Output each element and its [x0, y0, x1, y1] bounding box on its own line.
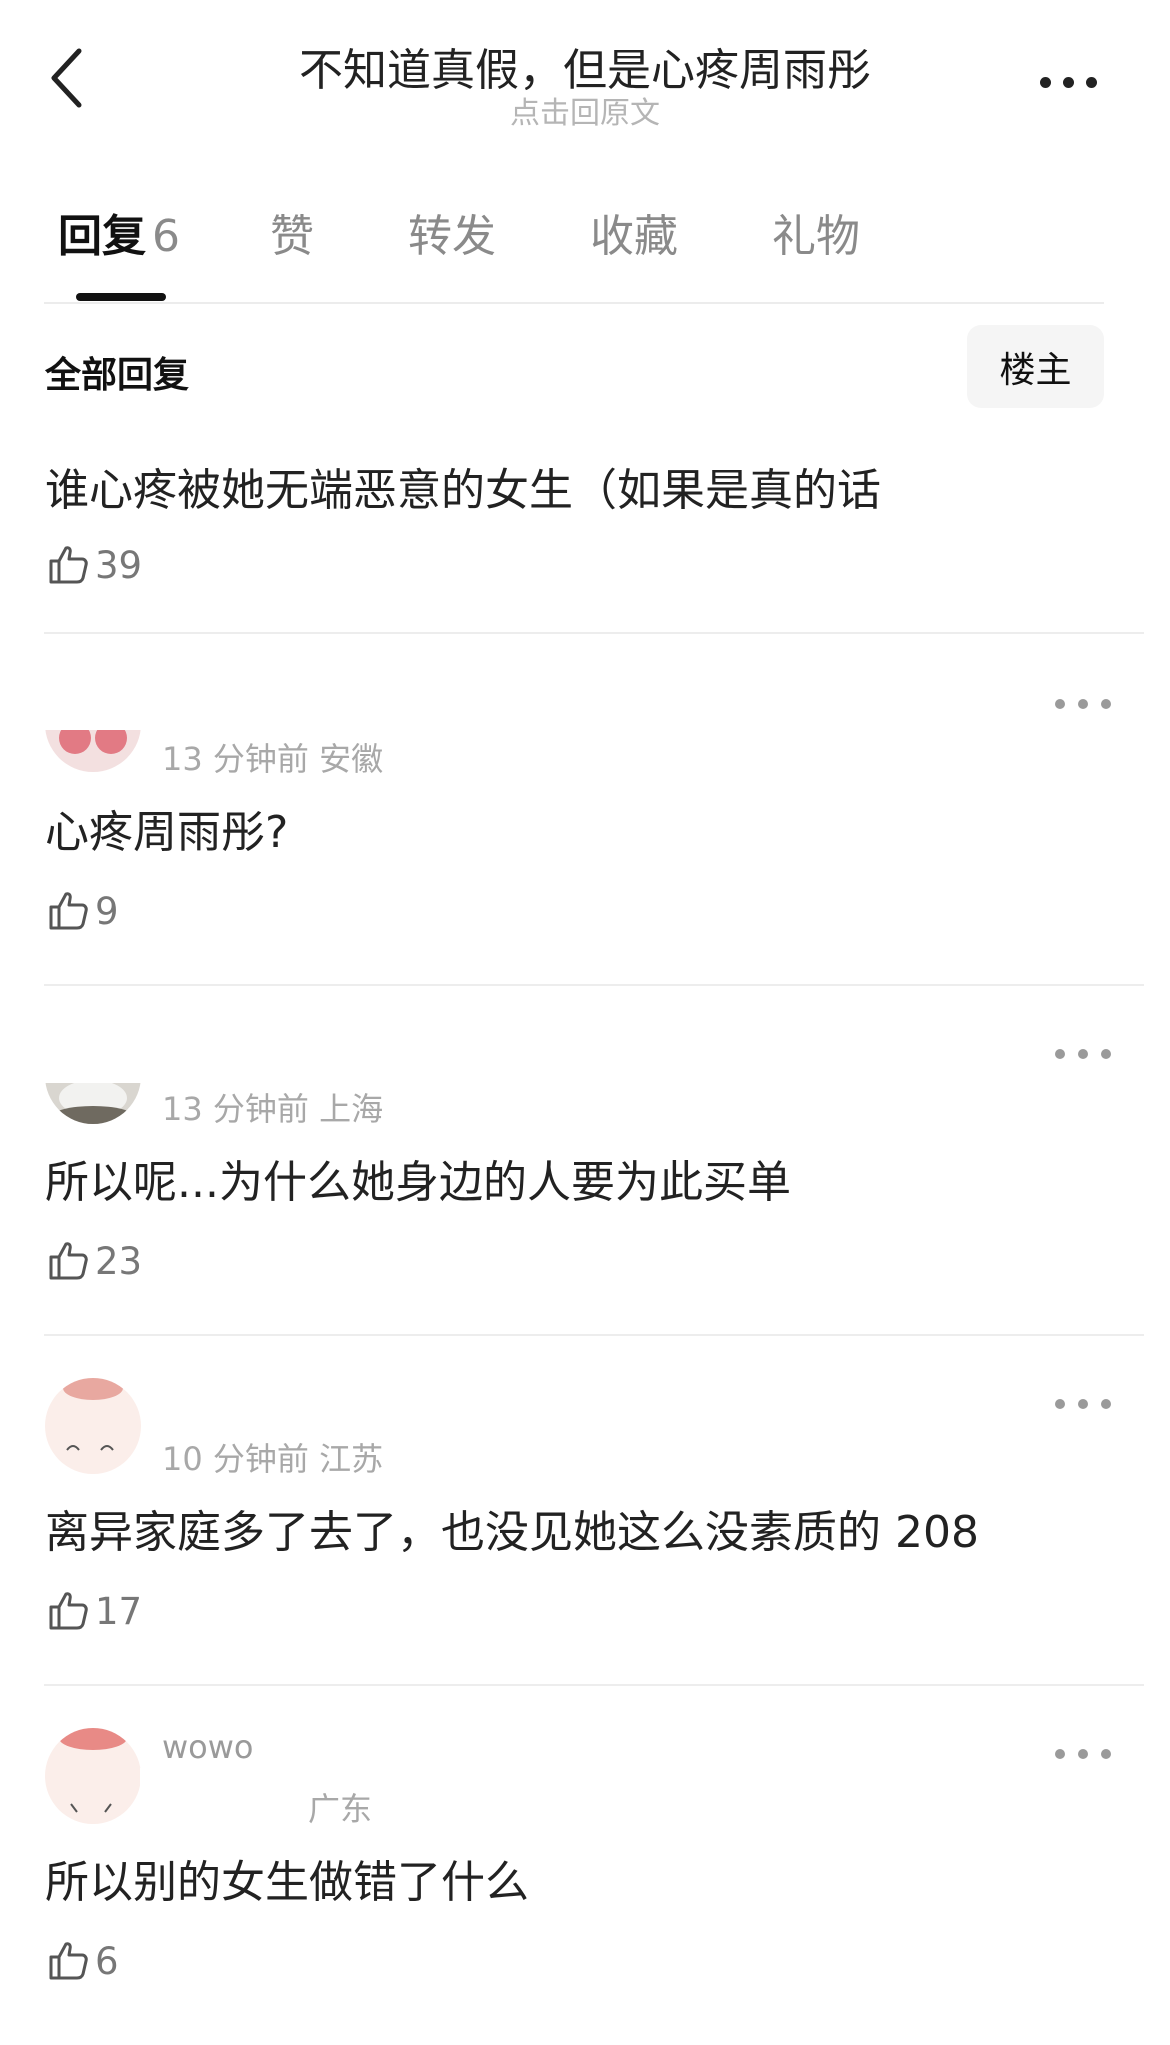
- divider: [44, 1684, 1144, 1686]
- ellipsis-icon: [1039, 76, 1051, 88]
- reply-more-button[interactable]: [1055, 1392, 1111, 1416]
- back-to-original-link[interactable]: 点击回原文: [0, 88, 1170, 132]
- reply-username[interactable]: wowo: [162, 1728, 254, 1766]
- username-mask: [40, 640, 420, 730]
- thumbs-up-icon: [49, 1942, 88, 1980]
- tabs-divider: [44, 302, 1104, 304]
- reply-meta: 10 分钟前 江苏: [162, 1440, 384, 1478]
- reply-meta: 13 分钟前 安徽: [162, 740, 384, 778]
- tab-replies[interactable]: 回复 6: [58, 200, 180, 280]
- reply-more-button[interactable]: [1055, 1742, 1111, 1766]
- ellipsis-icon: [1055, 1749, 1065, 1759]
- avatar-image: [63, 1378, 123, 1451]
- thumbs-up-icon: [49, 1592, 88, 1630]
- main-comment-text: 谁心疼被她无端恶意的女生（如果是真的话: [45, 465, 881, 516]
- divider: [44, 1334, 1144, 1336]
- reply-meta: 13 分钟前 上海: [162, 1090, 384, 1128]
- ellipsis-icon-dot: [1101, 699, 1111, 709]
- tab-bar: 回复 6 赞 转发 收藏 礼物: [0, 200, 1170, 305]
- ellipsis-icon-dot: [1078, 1049, 1088, 1059]
- all-replies-label: 全部回复: [45, 355, 190, 396]
- ellipsis-icon-dot: [1078, 699, 1088, 709]
- ellipsis-icon-dot: [1078, 1399, 1088, 1409]
- reply-text: 所以别的女生做错了什么: [45, 1857, 529, 1908]
- reply-like-button[interactable]: 17: [45, 1587, 142, 1635]
- avatar[interactable]: [45, 1378, 141, 1474]
- reply-like-button[interactable]: 23: [45, 1237, 142, 1285]
- username-mask: [160, 1376, 420, 1431]
- username-mask: [40, 1340, 420, 1376]
- reply-meta: 广东: [308, 1790, 373, 1828]
- tab-likes[interactable]: 赞: [270, 200, 314, 280]
- ellipsis-icon: [1055, 1049, 1065, 1059]
- reply-text: 心疼周雨彤?: [45, 807, 289, 858]
- like-count: 9: [95, 889, 119, 933]
- owner-only-button[interactable]: 楼主: [967, 325, 1104, 408]
- more-options-button[interactable]: [1018, 62, 1118, 102]
- thumbs-up-icon: [49, 892, 88, 930]
- tab-reposts[interactable]: 转发: [408, 200, 496, 280]
- reply-like-button[interactable]: 9: [45, 887, 119, 935]
- like-count: 23: [95, 1239, 143, 1283]
- ellipsis-icon-dot: [1101, 1049, 1111, 1059]
- reply-more-button[interactable]: [1055, 1042, 1111, 1066]
- top-bar: 不知道真假，但是心疼周雨彤 点击回原文: [0, 0, 1170, 150]
- ellipsis-icon: [1055, 1399, 1065, 1409]
- like-count: 17: [95, 1589, 143, 1633]
- main-comment-like-button[interactable]: 39: [45, 541, 142, 589]
- ellipsis-icon-dot: [1062, 76, 1074, 88]
- avatar-image: [59, 1728, 127, 1813]
- tab-favorites[interactable]: 收藏: [590, 200, 678, 280]
- tab-replies-label: 回复: [58, 211, 146, 262]
- ellipsis-icon: [1055, 699, 1065, 709]
- active-tab-indicator: [76, 293, 166, 301]
- ellipsis-icon-dot: [1101, 1399, 1111, 1409]
- ellipsis-icon-dot: [1101, 1749, 1111, 1759]
- divider: [44, 632, 1144, 634]
- ellipsis-icon-dot: [1078, 1749, 1088, 1759]
- tab-gifts[interactable]: 礼物: [772, 200, 860, 280]
- thumbs-up-icon: [49, 546, 88, 584]
- reply-text: 所以呢...为什么她身边的人要为此买单: [45, 1157, 791, 1208]
- reply-like-button[interactable]: 6: [45, 1937, 119, 1985]
- ellipsis-icon-dot: [1085, 76, 1097, 88]
- like-count: 6: [95, 1939, 119, 1983]
- avatar[interactable]: [45, 1728, 141, 1824]
- username-mask: [40, 990, 420, 1083]
- like-count: 39: [95, 543, 143, 587]
- reply-more-button[interactable]: [1055, 692, 1111, 716]
- reply-text: 离异家庭多了去了，也没见她这么没素质的 208: [45, 1507, 979, 1558]
- tab-replies-count: 6: [152, 211, 180, 262]
- divider: [44, 984, 1144, 986]
- thumbs-up-icon: [49, 1242, 88, 1280]
